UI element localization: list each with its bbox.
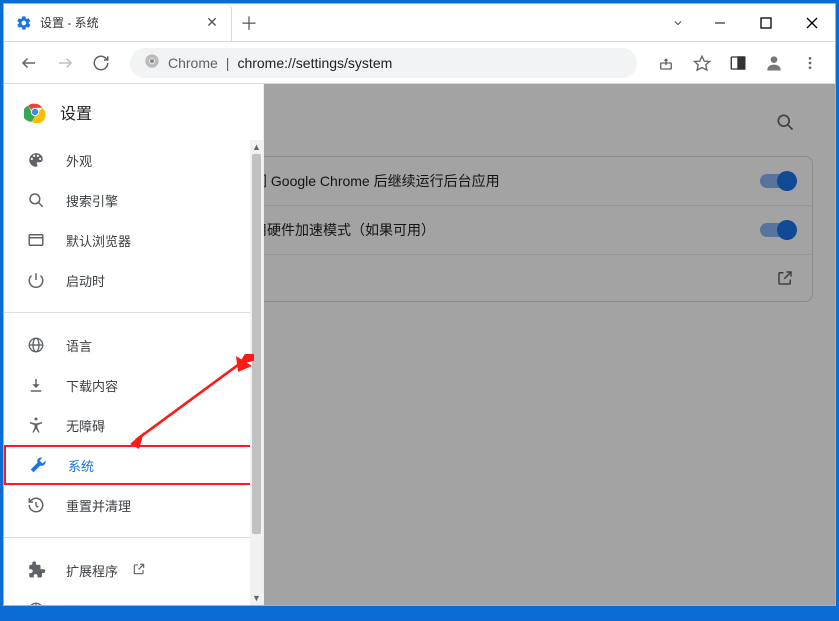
download-icon [26, 375, 46, 395]
address-bar[interactable]: Chrome | chrome://settings/system [130, 48, 637, 78]
sidebar-item-label: 搜索引擎 [66, 191, 118, 210]
restore-icon [26, 495, 46, 515]
separator [4, 312, 263, 313]
chrome-icon [144, 53, 160, 72]
sidebar-scrollbar[interactable]: ▲ ▼ [250, 140, 263, 605]
sidebar-item-languages[interactable]: 语言 [4, 325, 251, 365]
sidebar-item-downloads[interactable]: 下载内容 [4, 365, 251, 405]
sidebar-item-label: 系统 [68, 456, 94, 475]
settings-main: 关闭 Google Chrome 后继续运行后台应用 使用硬件加速模式（如果可用… [264, 84, 835, 605]
scroll-up-arrow[interactable]: ▲ [250, 140, 263, 154]
sidebar-item-about-chrome[interactable]: 关于 Chrome [4, 590, 251, 605]
url-scheme: Chrome [168, 55, 218, 71]
power-icon [26, 270, 46, 290]
sidebar-item-label: 无障碍 [66, 416, 105, 435]
sidebar-item-accessibility[interactable]: 无障碍 [4, 405, 251, 445]
side-panel-button[interactable] [723, 48, 753, 78]
sidebar-title: 设置 [60, 100, 92, 124]
sidebar-item-label: 语言 [66, 336, 92, 355]
scroll-thumb[interactable] [252, 154, 261, 534]
dimmed-overlay [264, 84, 835, 605]
search-icon [26, 190, 46, 210]
menu-button[interactable] [795, 48, 825, 78]
scroll-down-arrow[interactable]: ▼ [250, 591, 263, 605]
content-area: 设置 外观 搜索引擎 默认浏览器 启动时 [4, 84, 835, 605]
titlebar: 设置 - 系统 ✕ ＋ [4, 4, 835, 42]
minimize-button[interactable] [697, 4, 743, 41]
sidebar-item-appearance[interactable]: 外观 [4, 140, 251, 180]
sidebar-item-label: 重置并清理 [66, 496, 131, 515]
separator [4, 537, 263, 538]
sidebar-item-label: 扩展程序 [66, 561, 118, 580]
tab-title: 设置 - 系统 [40, 14, 195, 31]
browser-tab[interactable]: 设置 - 系统 ✕ [4, 4, 232, 41]
sidebar-item-extensions[interactable]: 扩展程序 [4, 550, 251, 590]
url-path: chrome://settings/system [237, 55, 392, 71]
palette-icon [26, 150, 46, 170]
sidebar-list: 外观 搜索引擎 默认浏览器 启动时 语言 [4, 140, 263, 605]
profile-button[interactable] [759, 48, 789, 78]
sidebar-item-label: 下载内容 [66, 376, 118, 395]
new-tab-button[interactable]: ＋ [232, 4, 266, 41]
external-link-icon [132, 562, 146, 579]
share-button[interactable] [651, 48, 681, 78]
sidebar-item-label: 默认浏览器 [66, 231, 131, 250]
sidebar-item-default-browser[interactable]: 默认浏览器 [4, 220, 251, 260]
sidebar-item-label: 启动时 [66, 271, 105, 290]
sidebar-item-search-engine[interactable]: 搜索引擎 [4, 180, 251, 220]
maximize-button[interactable] [743, 4, 789, 41]
toolbar: Chrome | chrome://settings/system [4, 42, 835, 84]
tabs-dropdown-button[interactable] [659, 4, 697, 41]
extension-icon [26, 560, 46, 580]
sidebar-header: 设置 [4, 84, 263, 140]
wrench-icon [28, 455, 48, 475]
sidebar-item-system[interactable]: 系统 [4, 445, 255, 485]
browser-window: 设置 - 系统 ✕ ＋ Chrome | chro [3, 3, 836, 606]
accessibility-icon [26, 415, 46, 435]
window-controls [697, 4, 835, 41]
sidebar-item-on-startup[interactable]: 启动时 [4, 260, 251, 300]
back-button[interactable] [14, 48, 44, 78]
close-window-button[interactable] [789, 4, 835, 41]
tab-close-button[interactable]: ✕ [203, 14, 221, 32]
forward-button[interactable] [50, 48, 80, 78]
gear-icon [16, 15, 32, 31]
sidebar-item-reset[interactable]: 重置并清理 [4, 485, 251, 525]
reload-button[interactable] [86, 48, 116, 78]
bookmark-button[interactable] [687, 48, 717, 78]
browser-icon [26, 230, 46, 250]
globe-icon [26, 335, 46, 355]
sidebar-item-label: 关于 Chrome [66, 601, 142, 606]
settings-sidebar: 设置 外观 搜索引擎 默认浏览器 启动时 [4, 84, 264, 605]
sidebar-item-label: 外观 [66, 151, 92, 170]
chrome-icon [26, 600, 46, 605]
chrome-logo-icon [24, 101, 46, 123]
